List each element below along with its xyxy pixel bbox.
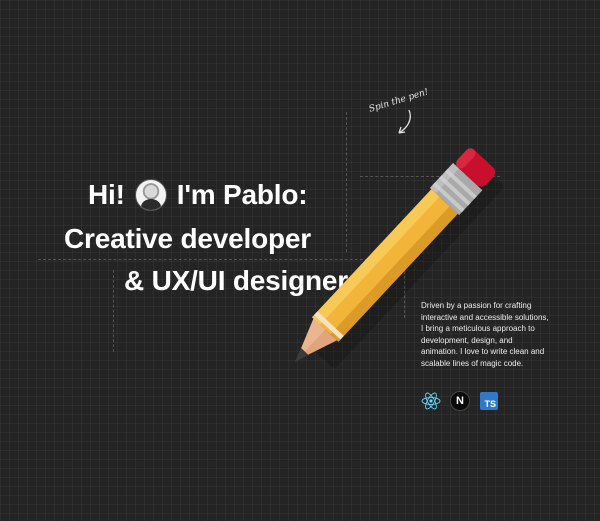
nextjs-letter: N — [450, 391, 470, 411]
nextjs-icon: N — [450, 391, 470, 411]
about-description: Driven by a passion for crafting interac… — [421, 301, 549, 368]
curved-arrow-icon — [398, 109, 411, 134]
tech-stack: N TS — [421, 391, 499, 411]
typescript-icon: TS — [479, 391, 499, 411]
avatar — [134, 179, 167, 211]
guide-line — [113, 270, 114, 352]
greeting-text: Hi! — [88, 179, 125, 210]
typescript-label: TS — [480, 392, 498, 410]
react-icon — [421, 391, 441, 411]
